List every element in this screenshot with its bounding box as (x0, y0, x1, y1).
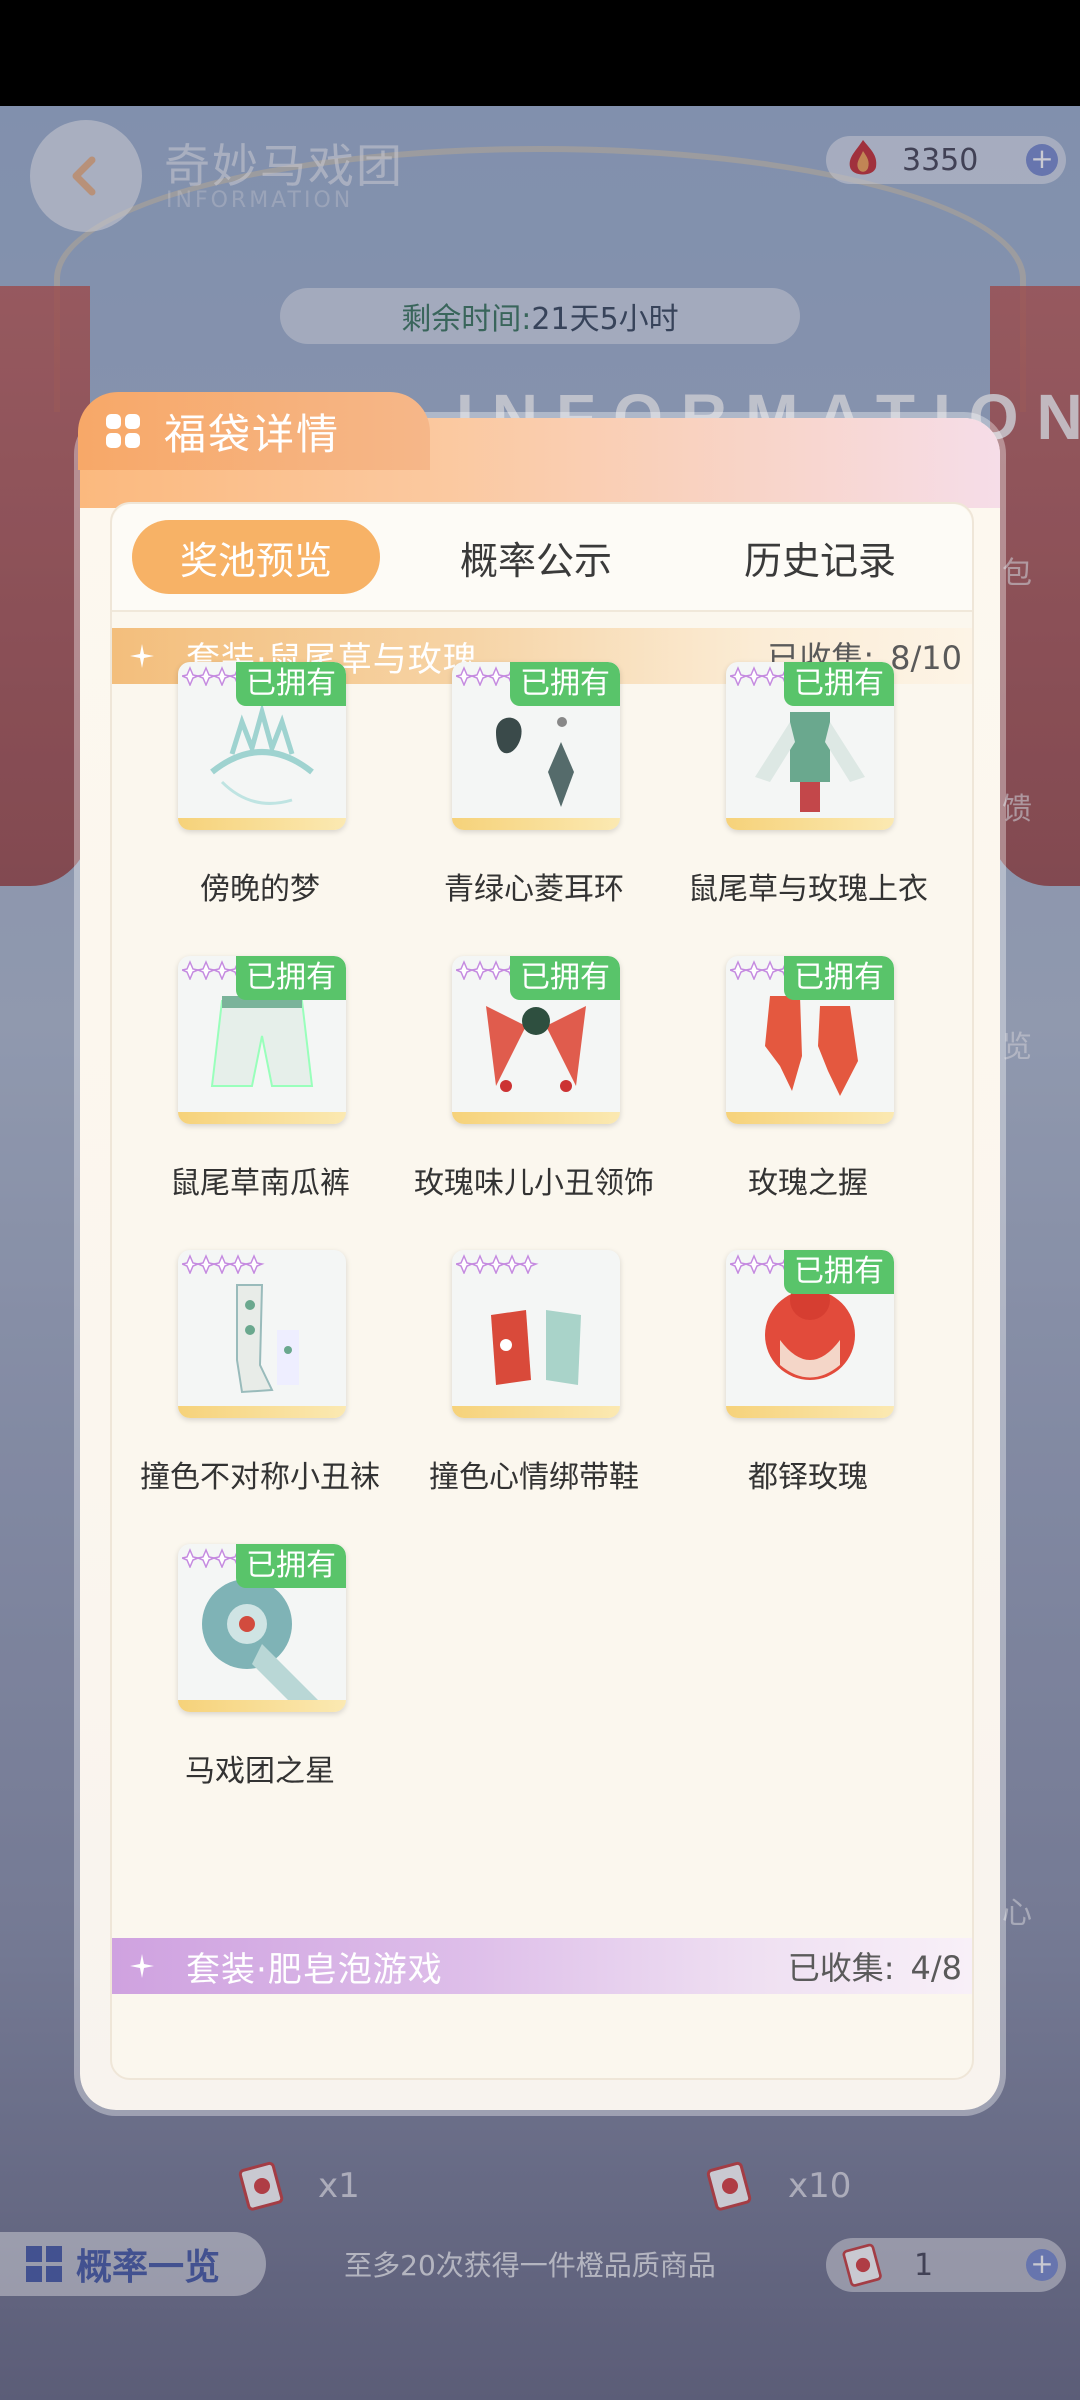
item-name: 都铎玫瑰 (748, 1460, 868, 1495)
item-thumbnail[interactable] (452, 1250, 620, 1418)
owned-badge: 已拥有 (784, 956, 894, 1000)
rarity-strip (726, 1406, 894, 1418)
modal-title-tab: 福袋详情 (78, 392, 430, 470)
socks-icon (236, 1284, 299, 1394)
owned-badge: 已拥有 (510, 662, 620, 706)
item-name: 玫瑰之握 (748, 1166, 868, 1201)
item-thumbnail[interactable]: 已拥有 (726, 1250, 894, 1418)
sparkle-icon (130, 1954, 154, 1978)
owned-badge: 已拥有 (236, 662, 346, 706)
owned-badge: 已拥有 (236, 956, 346, 1000)
lucky-bag-details-modal: 奖池预览 概率公示 历史记录 套装·鼠尾草与玫瑰 已收集: 8/10 已拥有 傍晚… (80, 418, 1000, 2110)
modal-title: 福袋详情 (164, 409, 341, 459)
item-thumbnail[interactable] (178, 1250, 346, 1418)
item-thumbnail[interactable]: 已拥有 (178, 662, 346, 830)
sparkle-icon (130, 644, 154, 668)
collected-value: 4/8 (910, 1949, 963, 1987)
tab-history[interactable]: 历史记录 (696, 520, 944, 594)
rarity-strip (178, 818, 346, 830)
item-name: 马戏团之星 (185, 1754, 335, 1789)
item-thumbnail[interactable]: 已拥有 (178, 1544, 346, 1712)
tab-pool-preview[interactable]: 奖池预览 (132, 520, 380, 594)
item-thumbnail[interactable]: 已拥有 (726, 662, 894, 830)
item-thumbnail[interactable]: 已拥有 (726, 956, 894, 1124)
modal-content: 奖池预览 概率公示 历史记录 套装·鼠尾草与玫瑰 已收集: 8/10 已拥有 傍晚… (110, 502, 974, 2080)
item-thumbnail[interactable]: 已拥有 (452, 662, 620, 830)
rarity-strip (452, 818, 620, 830)
owned-badge: 已拥有 (784, 1250, 894, 1294)
set-header-soap-bubble[interactable]: 套装·肥皂泡游戏 已收集: 4/8 (112, 1938, 972, 1994)
collected-value: 8/10 (890, 639, 962, 677)
rarity-strip (452, 1112, 620, 1124)
owned-badge: 已拥有 (784, 662, 894, 706)
item-name: 撞色不对称小丑袜 (140, 1460, 380, 1495)
rarity-strip (178, 1112, 346, 1124)
item-name: 鼠尾草南瓜裤 (170, 1166, 350, 1201)
collected-label: 已收集: (787, 1949, 895, 1987)
item-name: 鼠尾草与玫瑰上衣 (688, 872, 928, 907)
tab-bar: 奖池预览 概率公示 历史记录 (112, 504, 972, 612)
owned-badge: 已拥有 (510, 956, 620, 1000)
rarity-strip (452, 1406, 620, 1418)
rarity-strip (726, 1112, 894, 1124)
rarity-strip (178, 1406, 346, 1418)
item-name: 玫瑰味儿小丑领饰 (414, 1166, 654, 1201)
shoes-icon (491, 1310, 581, 1385)
owned-badge: 已拥有 (236, 1544, 346, 1588)
rarity-strip (726, 818, 894, 830)
bag-grid-icon (106, 414, 140, 448)
item-thumbnail[interactable]: 已拥有 (452, 956, 620, 1124)
set-collected: 已收集: 4/8 (772, 1943, 962, 1989)
tab-probability[interactable]: 概率公示 (412, 520, 660, 594)
item-name: 青绿心菱耳环 (444, 872, 624, 907)
rarity-strip (178, 1700, 346, 1712)
set-name: 套装·肥皂泡游戏 (186, 1949, 443, 1990)
item-name: 傍晚的梦 (200, 872, 320, 907)
item-thumbnail[interactable]: 已拥有 (178, 956, 346, 1124)
item-name: 撞色心情绑带鞋 (429, 1460, 639, 1495)
